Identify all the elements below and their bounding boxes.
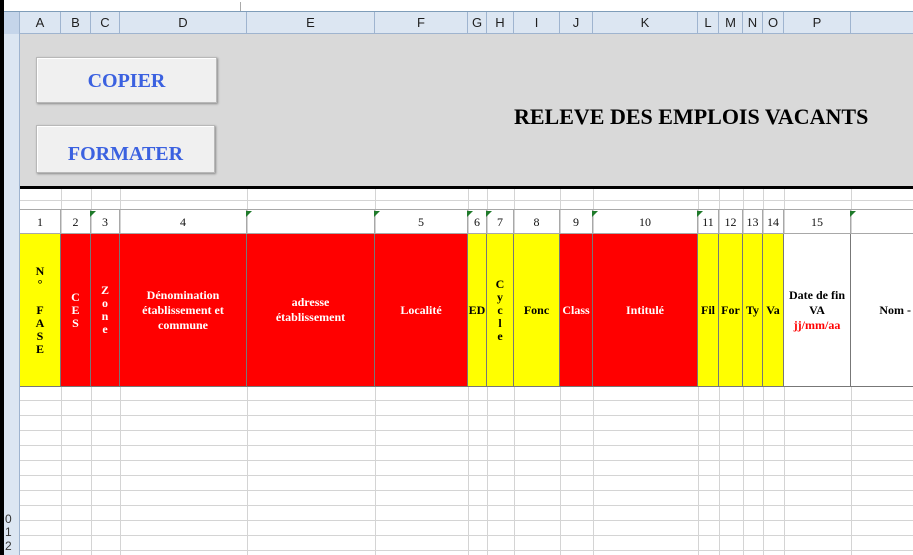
header-zone[interactable]: Z o n e (91, 234, 120, 387)
header-for[interactable]: For (719, 234, 743, 387)
column-header-p[interactable]: P (784, 12, 851, 34)
copier-button[interactable]: COPIER (36, 57, 217, 103)
row-header-12[interactable]: 2 (5, 540, 19, 552)
column-header-o[interactable]: O (763, 12, 784, 34)
formater-button[interactable]: FORMATER (36, 125, 215, 173)
header-adresse[interactable]: adresse établissement (247, 234, 375, 387)
comment-indicator[interactable] (485, 210, 493, 218)
column-header-b[interactable]: B (61, 12, 91, 34)
number-cell-5[interactable]: 5 (375, 210, 468, 234)
column-header-a[interactable]: A (20, 12, 61, 34)
gridline (20, 200, 913, 201)
header-fil[interactable]: Fil (698, 234, 719, 387)
header-date-format: jj/mm/aa (793, 317, 841, 332)
comment-indicator[interactable] (849, 210, 857, 218)
gridline (20, 520, 913, 521)
header-ed[interactable]: ED (468, 234, 487, 387)
column-header-l[interactable]: L (698, 12, 719, 34)
column-header-h[interactable]: H (487, 12, 514, 34)
gridline (20, 505, 913, 506)
gridline (20, 460, 913, 461)
number-cell-10[interactable]: 10 (593, 210, 698, 234)
comment-indicator[interactable] (245, 210, 253, 218)
header-va[interactable]: Va (763, 234, 784, 387)
column-header-m[interactable]: M (719, 12, 743, 34)
column-header-g[interactable]: G (468, 12, 487, 34)
formula-bar-strip (4, 0, 913, 12)
column-header-i[interactable]: I (514, 12, 560, 34)
column-header-f[interactable]: F (375, 12, 468, 34)
header-ces[interactable]: C E S (61, 234, 91, 387)
number-cell-8[interactable]: 8 (514, 210, 560, 234)
header-denomination[interactable]: Dénomination établissement et commune (120, 234, 247, 387)
header-localite[interactable]: Localité (375, 234, 468, 387)
comment-indicator[interactable] (373, 210, 381, 218)
gridline (20, 490, 913, 491)
number-cell-12[interactable]: 12 (719, 210, 743, 234)
number-cell-2[interactable]: 2 (61, 210, 91, 234)
column-header-n[interactable]: N (743, 12, 763, 34)
comment-indicator[interactable] (466, 210, 474, 218)
header-date-fin-va[interactable]: Date de fin VA jj/mm/aa (784, 234, 851, 387)
header-nom[interactable]: Nom - (851, 234, 913, 387)
number-cell-15[interactable]: 15 (784, 210, 851, 234)
header-cycle[interactable]: C y c l e (487, 234, 514, 387)
number-cell-13[interactable]: 13 (743, 210, 763, 234)
gridline (20, 400, 913, 401)
number-cell-14[interactable]: 14 (763, 210, 784, 234)
comment-indicator[interactable] (591, 210, 599, 218)
header-date-label: Date de fin VA (789, 287, 845, 317)
number-cell-1[interactable]: 1 (20, 210, 61, 234)
header-ty[interactable]: Ty (743, 234, 763, 387)
comment-indicator[interactable] (696, 210, 704, 218)
header-fase[interactable]: N ° F A S E (20, 234, 61, 387)
number-cell-9[interactable]: 9 (560, 210, 593, 234)
column-header-c[interactable]: C (91, 12, 120, 34)
comment-indicator[interactable] (89, 210, 97, 218)
header-intitule[interactable]: Intitulé (593, 234, 698, 387)
gridline (20, 430, 913, 431)
number-cell-4[interactable]: 4 (120, 210, 247, 234)
sheet-title: RELEVE DES EMPLOIS VACANTS (514, 104, 869, 129)
row-header-10[interactable]: 0 (5, 513, 19, 525)
panel-divider (20, 186, 913, 189)
select-all-corner[interactable] (4, 12, 20, 34)
gridline (20, 415, 913, 416)
column-header-e[interactable]: E (247, 12, 375, 34)
gridline (20, 475, 913, 476)
gridline (20, 445, 913, 446)
number-cell-empty[interactable] (247, 210, 375, 234)
column-header-k[interactable]: K (593, 12, 698, 34)
column-header-j[interactable]: J (560, 12, 593, 34)
column-header-d[interactable]: D (120, 12, 247, 34)
header-fonc[interactable]: Fonc (514, 234, 560, 387)
row-header-bar (4, 34, 20, 555)
gridline (20, 550, 913, 551)
gridline (20, 535, 913, 536)
header-class[interactable]: Class (560, 234, 593, 387)
row-header-11[interactable]: 1 (5, 526, 19, 538)
